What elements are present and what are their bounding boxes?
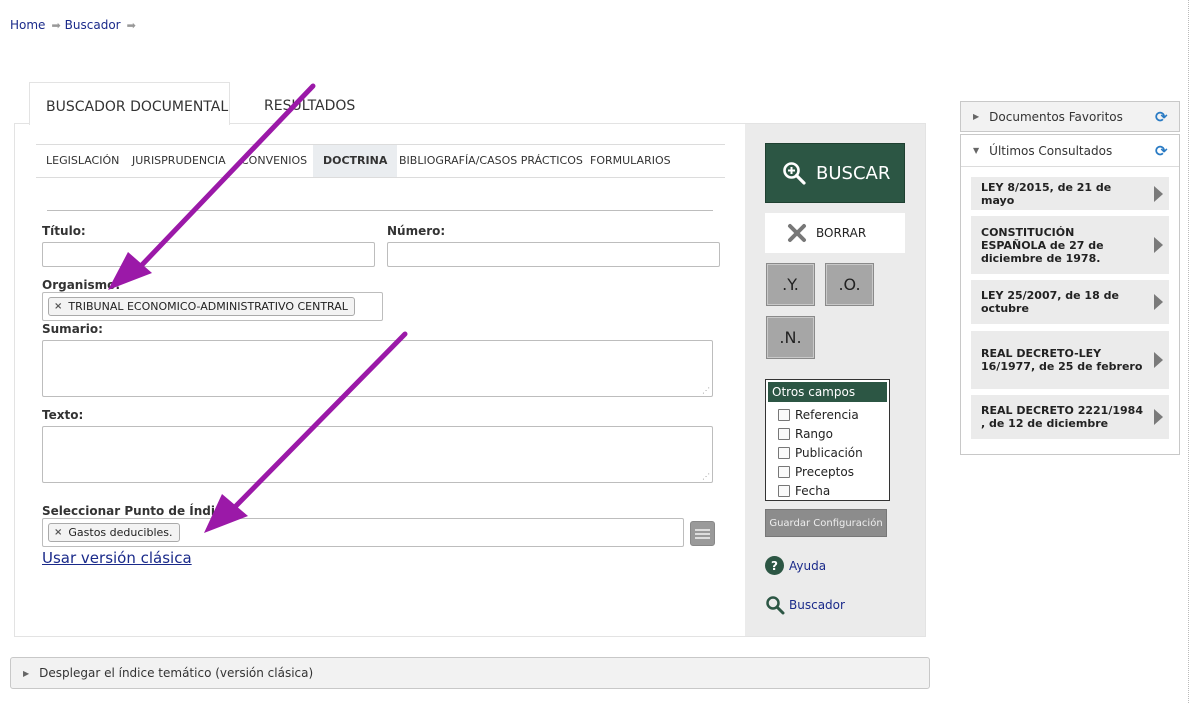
- checkbox[interactable]: [778, 427, 790, 440]
- recent-doc-item[interactable]: LEY 8/2015, de 21 de mayo: [971, 177, 1169, 210]
- sumario-label: Sumario:: [42, 322, 103, 336]
- arrow-right-icon: [1154, 237, 1163, 253]
- checkbox-row-fecha[interactable]: Fecha: [766, 481, 889, 500]
- not-operator-button[interactable]: .N.: [766, 316, 815, 359]
- sumario-textarea[interactable]: ⋰: [42, 340, 713, 397]
- subtabs: LEGISLACIÓN JURISPRUDENCIA CONVENIOS DOC…: [36, 144, 725, 178]
- indice-tematico-label: Desplegar el índice temático (versión cl…: [39, 666, 314, 680]
- arrow-right-icon: ➡: [126, 19, 136, 32]
- checkbox-label: Rango: [795, 426, 833, 441]
- arrow-right-icon: [1154, 409, 1163, 425]
- checkbox[interactable]: [778, 446, 790, 459]
- recent-doc-item[interactable]: REAL DECRETO 2221/1984 , de 12 de diciem…: [971, 395, 1169, 439]
- organismo-input[interactable]: × TRIBUNAL ECONOMICO-ADMINISTRATIVO CENT…: [42, 292, 383, 321]
- and-operator-button[interactable]: .Y.: [766, 263, 815, 306]
- subtab-jurisprudencia[interactable]: JURISPRUDENCIA: [122, 145, 236, 177]
- documentos-favoritos-toggle[interactable]: ▶ Documentos Favoritos ⟳: [960, 101, 1180, 132]
- indice-label: Seleccionar Punto de Índice:: [42, 504, 236, 518]
- borrar-label: BORRAR: [816, 226, 867, 240]
- tab-buscador-documental[interactable]: BUSCADOR DOCUMENTAL: [29, 82, 230, 125]
- recent-doc-item[interactable]: REAL DECRETO-LEY 16/1977, de 25 de febre…: [971, 331, 1169, 389]
- titulo-label: Título:: [42, 224, 86, 238]
- subtab-formularios[interactable]: FORMULARIOS: [580, 145, 681, 177]
- question-icon: ?: [765, 556, 784, 575]
- refresh-icon[interactable]: ⟳: [1155, 109, 1171, 125]
- indice-tematico-toggle[interactable]: ▶ Desplegar el índice temático (versión …: [10, 657, 930, 689]
- checkbox-row-publicacion[interactable]: Publicación: [766, 443, 889, 462]
- recent-doc-title: CONSTITUCIÓN ESPAÑOLA de 27 de diciembre…: [981, 225, 1104, 265]
- subtab-doctrina[interactable]: DOCTRINA: [313, 145, 398, 177]
- ultimos-consultados-panel: ▼ Últimos Consultados ⟳ LEY 8/2015, de 2…: [960, 134, 1180, 455]
- triangle-right-icon: ▶: [973, 112, 980, 121]
- arrow-right-icon: [1154, 294, 1163, 310]
- buscador-label: Buscador: [789, 598, 845, 612]
- borrar-button[interactable]: BORRAR: [765, 213, 905, 253]
- recent-doc-title: REAL DECRETO-LEY 16/1977, de 25 de febre…: [981, 347, 1143, 373]
- list-icon[interactable]: [690, 521, 715, 546]
- breadcrumb-home[interactable]: Home: [10, 18, 45, 32]
- texto-label: Texto:: [42, 408, 84, 422]
- checkbox-row-preceptos[interactable]: Preceptos: [766, 462, 889, 481]
- magnifier-plus-icon: [783, 162, 806, 185]
- checkbox-label: Referencia: [795, 407, 859, 422]
- triangle-down-icon: ▼: [973, 146, 980, 155]
- organismo-chip-label: TRIBUNAL ECONOMICO-ADMINISTRATIVO CENTRA…: [68, 300, 348, 313]
- organismo-label: Organismo:: [42, 278, 121, 292]
- recent-doc-title: LEY 25/2007, de 18 de octubre: [981, 289, 1119, 315]
- numero-label: Número:: [387, 224, 446, 238]
- checkbox[interactable]: [778, 408, 790, 421]
- tab-resultados[interactable]: RESULTADOS: [264, 98, 355, 114]
- numero-input[interactable]: [387, 242, 720, 267]
- checkbox[interactable]: [778, 465, 790, 478]
- otros-campos-box: Otros campos Referencia Rango Publicació…: [765, 379, 890, 501]
- buscar-button[interactable]: BUSCAR: [765, 143, 905, 203]
- search-icon: [766, 596, 785, 615]
- ayuda-link[interactable]: ? Ayuda: [765, 556, 826, 575]
- guardar-configuracion-button[interactable]: Guardar Configuración: [765, 509, 887, 537]
- buscador-link[interactable]: Buscador: [765, 595, 845, 615]
- subtab-legislacion[interactable]: LEGISLACIÓN: [36, 145, 129, 177]
- refresh-icon[interactable]: ⟳: [1155, 143, 1171, 159]
- buscar-label: BUSCAR: [816, 162, 891, 184]
- organismo-chip: × TRIBUNAL ECONOMICO-ADMINISTRATIVO CENT…: [48, 297, 355, 316]
- checkbox-label: Preceptos: [795, 464, 854, 479]
- ultimos-consultados-toggle[interactable]: ▼ Últimos Consultados ⟳: [961, 135, 1179, 167]
- chip-remove-icon[interactable]: ×: [54, 527, 62, 538]
- resize-grip-icon[interactable]: ⋰: [702, 387, 710, 395]
- otros-campos-title: Otros campos: [768, 382, 887, 402]
- ultimos-label: Últimos Consultados: [989, 143, 1113, 158]
- arrow-right-icon: [1154, 185, 1163, 202]
- breadcrumb: Home ➡ Buscador ➡: [10, 18, 140, 32]
- arrow-right-icon: [1154, 352, 1163, 368]
- x-mark-icon: [788, 224, 806, 242]
- recent-doc-title: LEY 8/2015, de 21 de mayo: [981, 180, 1112, 207]
- chip-remove-icon[interactable]: ×: [54, 301, 62, 312]
- arrow-right-icon: ➡: [51, 19, 61, 32]
- recent-doc-item[interactable]: CONSTITUCIÓN ESPAÑOLA de 27 de diciembre…: [971, 216, 1169, 274]
- checkbox-label: Fecha: [795, 483, 831, 498]
- favoritos-label: Documentos Favoritos: [989, 109, 1123, 124]
- divider: [47, 210, 713, 211]
- checkbox-row-rango[interactable]: Rango: [766, 424, 889, 443]
- indice-chip-label: Gastos deducibles.: [68, 526, 173, 539]
- indice-chip: × Gastos deducibles.: [48, 523, 180, 542]
- checkbox[interactable]: [778, 484, 790, 497]
- subtab-bibliografia[interactable]: BIBLIOGRAFÍA/CASOS PRÁCTICOS: [389, 145, 593, 177]
- subtab-convenios[interactable]: CONVENIOS: [231, 145, 317, 177]
- ayuda-label: Ayuda: [789, 558, 827, 573]
- classic-version-link[interactable]: Usar versión clásica: [42, 549, 192, 567]
- recent-doc-title: REAL DECRETO 2221/1984 , de 12 de diciem…: [981, 404, 1143, 430]
- triangle-right-icon: ▶: [23, 668, 30, 678]
- breadcrumb-buscador[interactable]: Buscador: [65, 18, 121, 32]
- page-edge: [1188, 0, 1190, 703]
- texto-textarea[interactable]: ⋰: [42, 426, 713, 483]
- or-operator-button[interactable]: .O.: [825, 263, 874, 306]
- checkbox-label: Publicación: [795, 445, 863, 460]
- recent-doc-item[interactable]: LEY 25/2007, de 18 de octubre: [971, 280, 1169, 324]
- indice-input[interactable]: × Gastos deducibles.: [42, 518, 684, 547]
- checkbox-row-referencia[interactable]: Referencia: [766, 405, 889, 424]
- titulo-input[interactable]: [42, 242, 375, 267]
- resize-grip-icon[interactable]: ⋰: [702, 473, 710, 481]
